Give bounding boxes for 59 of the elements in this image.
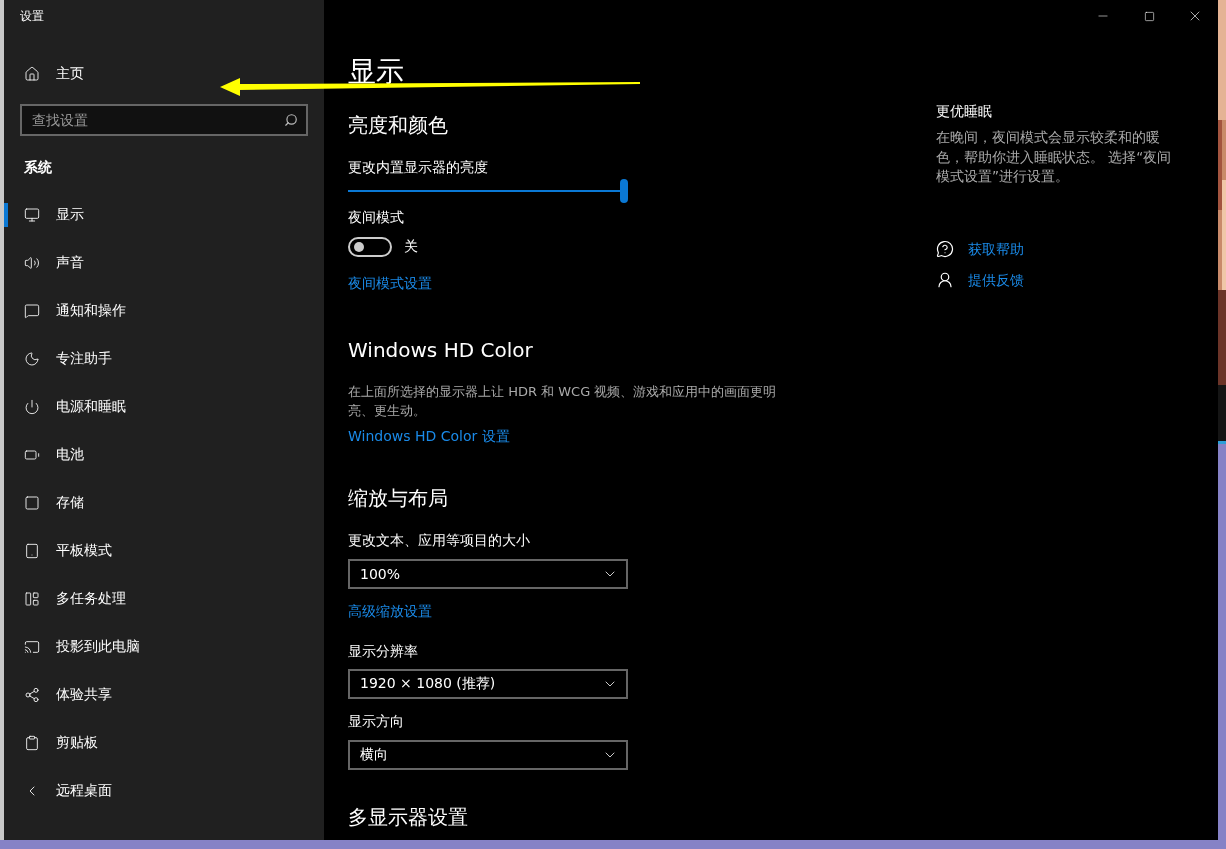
nav-item[interactable]: 通知和操作 <box>4 287 324 335</box>
nav-item[interactable]: 专注助手 <box>4 335 324 383</box>
tablet-icon <box>24 543 40 559</box>
aside-title: 更优睡眠 <box>936 102 993 121</box>
section-heading: 缩放与布局 <box>348 485 449 512</box>
slider-thumb[interactable] <box>620 179 628 203</box>
power-icon <box>24 399 40 415</box>
section-heading: 亮度和颜色 <box>348 112 449 139</box>
setting-label: 夜间模式 <box>348 208 405 227</box>
section-heading: 多显示器设置 <box>348 804 469 831</box>
rectangle-icon <box>24 495 40 511</box>
section-heading: Windows HD Color <box>348 337 534 364</box>
speech-bubble-icon <box>24 303 40 319</box>
monitor-icon <box>24 207 40 223</box>
aside-text: 在晚间，夜间模式会显示较柔和的暖色，帮助你进入睡眠状态。 选择“夜间模式设置”进行设置。 <box>936 128 1172 186</box>
section-title: 系统 <box>23 158 53 177</box>
search-icon <box>284 113 298 127</box>
layout-icon <box>24 591 40 607</box>
home-nav-item[interactable]: 主页 <box>4 58 324 90</box>
help-link[interactable]: 获取帮助 <box>968 238 1024 259</box>
nav-item[interactable]: 远程桌面 <box>4 767 324 815</box>
speaker-icon <box>24 255 40 271</box>
settings-link[interactable]: 高级缩放设置 <box>348 601 432 621</box>
question-bubble-icon <box>936 239 954 258</box>
search-field[interactable]: 查找设置 <box>20 104 308 136</box>
nav-item[interactable]: 电源和睡眠 <box>4 383 324 431</box>
help-link[interactable]: 提供反馈 <box>968 269 1024 290</box>
toggle-state-label: 关 <box>404 238 418 256</box>
home-icon <box>24 66 40 82</box>
description-text: 在上面所选择的显示器上让 HDR 和 WCG 视频、游戏和应用中的画面更明亮、更生动。 <box>348 383 778 420</box>
nav-item[interactable]: 多任务处理 <box>4 575 324 623</box>
window-title: 设置 <box>19 7 45 25</box>
nav-item[interactable]: 平板模式 <box>4 527 324 575</box>
nav-item[interactable]: 显示 <box>4 191 324 239</box>
setting-label: 更改内置显示器的亮度 <box>348 158 489 177</box>
nav-item[interactable]: 剪贴板 <box>4 719 324 767</box>
brightness-slider[interactable] <box>348 179 628 203</box>
nav-item[interactable]: 投影到此电脑 <box>4 623 324 671</box>
setting-label: 更改文本、应用等项目的大小 <box>348 531 531 550</box>
dropdown[interactable]: 1920 × 1080 (推荐) <box>348 669 628 699</box>
nav-item[interactable]: 电池 <box>4 431 324 479</box>
cast-icon <box>24 639 40 655</box>
dropdown[interactable]: 100% <box>348 559 628 589</box>
maximize-icon <box>1143 10 1155 22</box>
person-icon <box>936 270 954 289</box>
setting-label: 显示分辨率 <box>348 642 419 661</box>
nav-item[interactable]: 体验共享 <box>4 671 324 719</box>
battery-icon <box>24 447 40 463</box>
nav-item[interactable]: 声音 <box>4 239 324 287</box>
clipboard-icon <box>24 735 40 751</box>
settings-link[interactable]: 夜间模式设置 <box>348 273 432 293</box>
share-icon <box>24 687 40 703</box>
dropdown[interactable]: 横向 <box>348 740 628 770</box>
moon-icon <box>24 351 40 367</box>
setting-label: 显示方向 <box>348 712 405 731</box>
nav-item[interactable]: 存储 <box>4 479 324 527</box>
settings-link[interactable]: Windows HD Color 设置 <box>348 426 510 446</box>
toggle-switch[interactable] <box>348 237 392 257</box>
page-title: 显示 <box>348 54 404 90</box>
